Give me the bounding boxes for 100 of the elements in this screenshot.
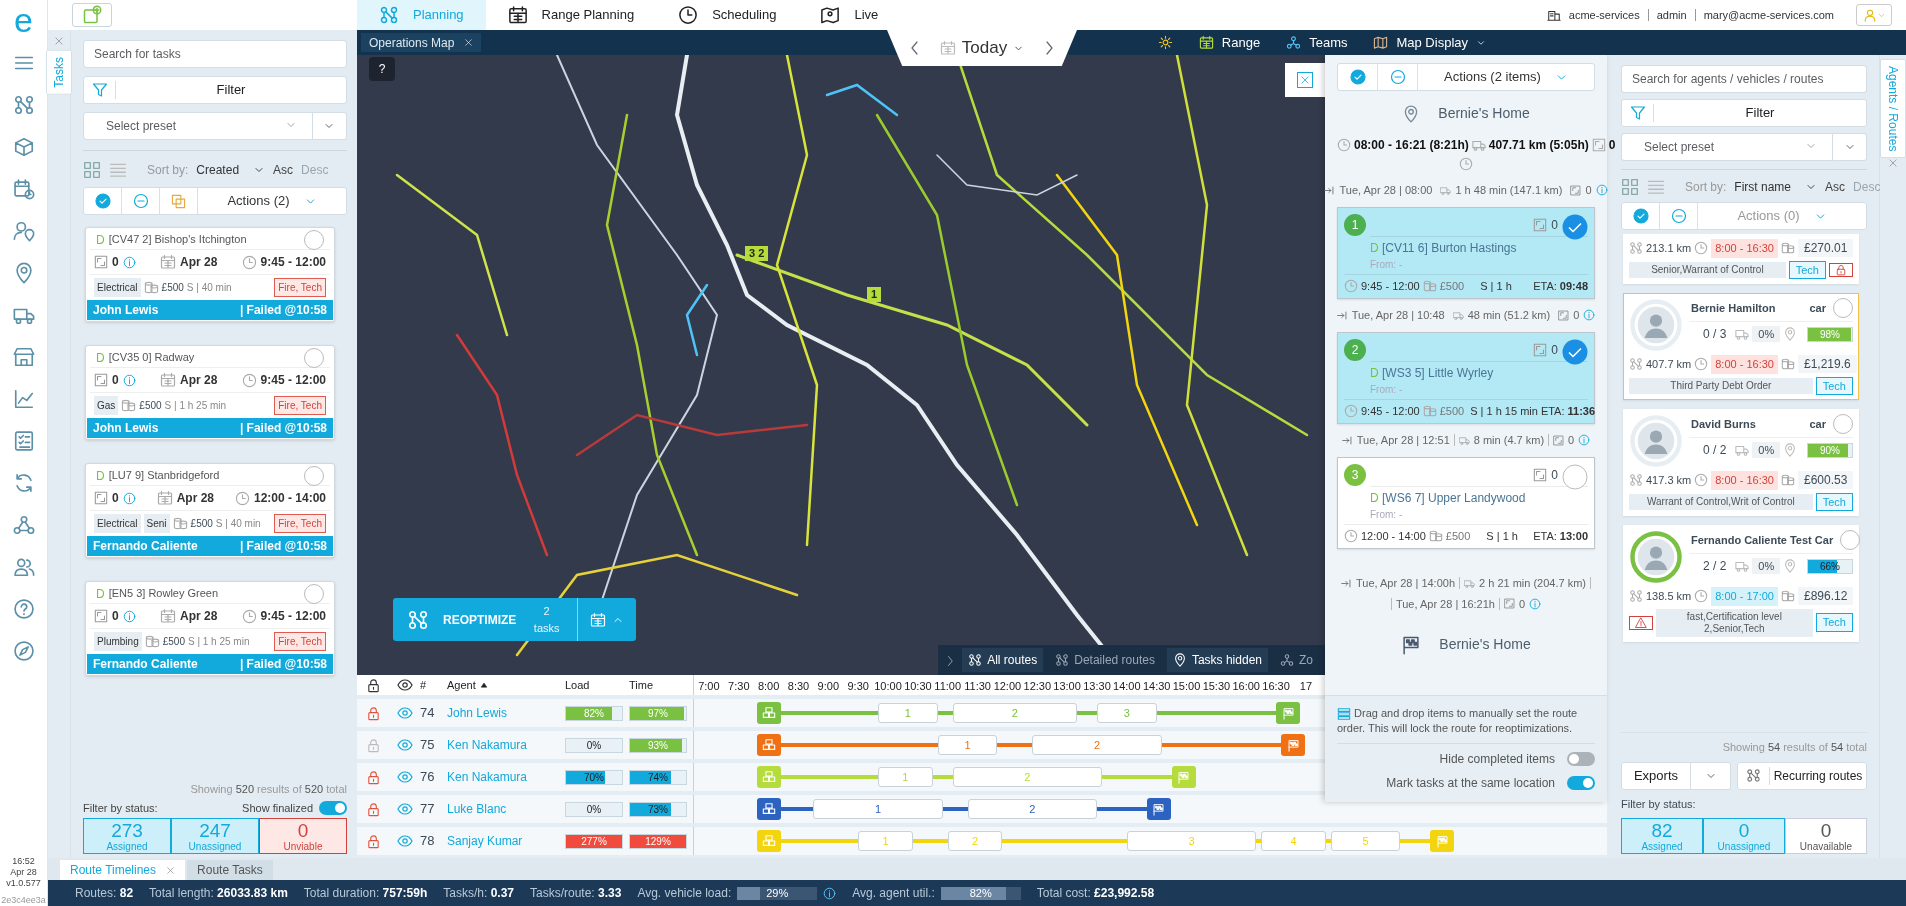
agent-card[interactable]: Bernie Hamilton car 0 / 3 0% 98% 407.7 km 8:00 - 16:30 £1,219.6 Third Party Debt Order Tech (1623, 293, 1859, 400)
time-window: 12:00 - 14:00 (1361, 527, 1426, 544)
agent-name: Fernando Caliente (93, 656, 198, 673)
map-view-toggle[interactable]: Tasks hidden (1166, 648, 1268, 672)
exports-menu-button[interactable] (1691, 761, 1731, 790)
task-price: £500 (161, 281, 184, 295)
sort-order-option[interactable]: Asc (273, 161, 294, 179)
preset-select[interactable]: Select preset (1621, 133, 1834, 161)
finish-marker[interactable] (1281, 734, 1306, 756)
agent-card[interactable]: David Burns car 0 / 2 0% 90% 417.3 km 8:00 - 16:30 £600.53 Warrant of Control,Writ of Control Tech (1623, 409, 1859, 516)
recurring-routes-button[interactable]: Recurring routes (1737, 761, 1867, 790)
load-bar: 70% (565, 769, 623, 785)
select-checkbox[interactable] (304, 347, 324, 368)
task-count: 0 / 3 (1703, 326, 1727, 343)
sort-order-option[interactable]: Asc (1825, 178, 1846, 196)
preset-select[interactable]: Select preset (83, 112, 313, 140)
route-stop-marker[interactable]: 1 (867, 287, 882, 302)
list-view-icon (1647, 178, 1665, 196)
finish-marker[interactable] (1146, 798, 1171, 820)
filter-button[interactable]: Filter (83, 76, 347, 104)
info-icon (122, 609, 136, 623)
hour-label: 13:30 (1083, 679, 1111, 694)
toggle-switch[interactable] (319, 800, 347, 815)
map-tab[interactable]: Operations Map (361, 33, 482, 52)
agent-card[interactable]: 213.1 km 8:00 - 16:30 £270.01 Senior,Warrant of Control Tech (1623, 234, 1859, 284)
task-card[interactable]: D [LU7 9] Stanbridgeford 0 Apr 28 12:00 - 14:00 Electrical Seni £500 S | 40 min Fire, Tech Fernando Caliente | Failed @10:58 (85, 463, 335, 558)
preset-menu-button[interactable] (1833, 133, 1867, 161)
toolbar-button[interactable]: Teams (1286, 32, 1348, 53)
finish-marker[interactable] (1171, 766, 1196, 788)
task-date: Apr 28 (179, 372, 218, 389)
locked-badge[interactable] (1829, 262, 1853, 277)
select-checkbox[interactable] (1833, 414, 1853, 434)
toggle-switch[interactable] (1567, 776, 1595, 790)
finish-marker[interactable] (1276, 702, 1301, 724)
hour-label: 8:00 (757, 679, 780, 694)
route-stop-card[interactable]: 2 0 D [WS3 5] Little Wyrley From: - 9:45 - 12:00 £500 S | 1 h 15 min ETA: 11:36 (1337, 331, 1595, 424)
depot-marker[interactable] (756, 830, 781, 852)
stop-block[interactable]: 1 (813, 799, 943, 819)
skill-tag: Tech (1815, 613, 1853, 632)
sort-select[interactable]: First name (1734, 178, 1818, 196)
select-checkbox[interactable] (1562, 463, 1588, 490)
depot-marker[interactable] (756, 702, 781, 724)
item-count: 0 (1551, 341, 1558, 359)
item-count: 0 (112, 490, 119, 507)
task-card[interactable]: D [EN5 3] Rowley Green 0 Apr 28 9:45 - 12:00 Plumbing £500 S | 1 h 25 min Fire, Tech Fernando Caliente | Failed @10:58 (85, 581, 335, 676)
close-icon (1300, 75, 1310, 85)
preset-menu-button[interactable] (312, 112, 347, 140)
search-field[interactable]: Search for tasks (83, 40, 347, 68)
lock-icon (366, 769, 381, 785)
route-stop-marker[interactable]: 3 2 (745, 246, 769, 261)
agent-name: Bernie Hamilton (1691, 300, 1776, 316)
stop-block[interactable]: 2 (967, 799, 1097, 819)
toggle-switch[interactable] (1567, 752, 1595, 766)
user-menu-button[interactable] (1856, 4, 1892, 26)
close-button[interactable] (1285, 63, 1325, 97)
task-card[interactable]: D [CV47 2] Bishop's Itchington 0 Apr 28 9:45 - 12:00 Electrical £500 S | 40 min Fire, Tech John Lewis | Failed @10:58 (85, 227, 335, 322)
filter-button[interactable]: Filter (1621, 99, 1867, 127)
map-view-toggle[interactable]: Zo (1274, 648, 1319, 672)
map-view-toggle[interactable]: Detailed routes (1049, 648, 1161, 672)
finish-marker[interactable] (1430, 830, 1455, 852)
exports-button[interactable]: Exports (1621, 761, 1691, 790)
item-count: 0 (1573, 308, 1580, 323)
add-task-button[interactable] (72, 3, 112, 27)
leg-time: Tue, Apr 28 | 08:00 (1339, 183, 1433, 198)
toolbar-button[interactable]: Range (1198, 32, 1261, 53)
coins-icon (1428, 528, 1443, 543)
toolbar-icon (1172, 653, 1187, 667)
depot-marker[interactable] (756, 798, 781, 820)
select-checkbox[interactable] (1562, 338, 1588, 365)
select-checkbox[interactable] (1840, 530, 1861, 550)
help-button[interactable]: ? (369, 57, 395, 81)
finalized-label: Show finalized (242, 800, 313, 816)
road-map[interactable] (357, 55, 1325, 675)
bottom-tab[interactable]: Route Tasks (187, 860, 273, 880)
route-stop-card[interactable]: 1 0 D [CV11 6] Burton Hastings From: - 9:45 - 12:00 £500 S | 1 h ETA: 09:48 (1337, 206, 1595, 299)
depot-marker[interactable] (756, 766, 781, 788)
select-checkbox[interactable] (304, 229, 324, 250)
status-filter[interactable]: 0 Unavailable (1785, 818, 1867, 854)
calendar-icon (156, 490, 173, 506)
depot-marker[interactable] (756, 734, 781, 756)
hour-label: 7:30 (728, 679, 750, 694)
time-bar: 129% (629, 833, 687, 849)
map-view-toggle[interactable]: All routes (962, 648, 1044, 672)
vehicle-load: 0% (1752, 557, 1781, 575)
settings-button[interactable] (1157, 35, 1173, 50)
status-filter[interactable]: 0 Unviable (259, 818, 347, 854)
select-checkbox[interactable] (304, 465, 324, 486)
stat-label: Avg. vehicle load: (637, 885, 732, 902)
select-checkbox[interactable] (304, 583, 324, 604)
task-card[interactable]: D [CV35 0] Radway 0 Apr 28 9:45 - 12:00 Gas £500 S | 1 h 25 min Fire, Tech John Lewis | Failed @10:58 (85, 345, 335, 440)
requirement-tag: Fire, Tech (274, 278, 326, 297)
service-duration: S | 1 h (1486, 528, 1518, 544)
clock-icon (1344, 528, 1358, 543)
select-checkbox[interactable] (1833, 298, 1853, 318)
select-checkbox[interactable] (1562, 213, 1588, 240)
task-status: | Failed @10:58 (239, 656, 327, 673)
search-field[interactable]: Search for agents / vehicles / routes (1621, 65, 1867, 93)
route-stop-card[interactable]: 3 0 D [WS6 7] Upper Landywood From: - 12:00 - 14:00 £500 S | 1 h ETA: 13:00 (1337, 456, 1595, 549)
sort-select[interactable]: Created (196, 161, 266, 179)
toolbar-button[interactable]: Map Display (1373, 32, 1486, 53)
